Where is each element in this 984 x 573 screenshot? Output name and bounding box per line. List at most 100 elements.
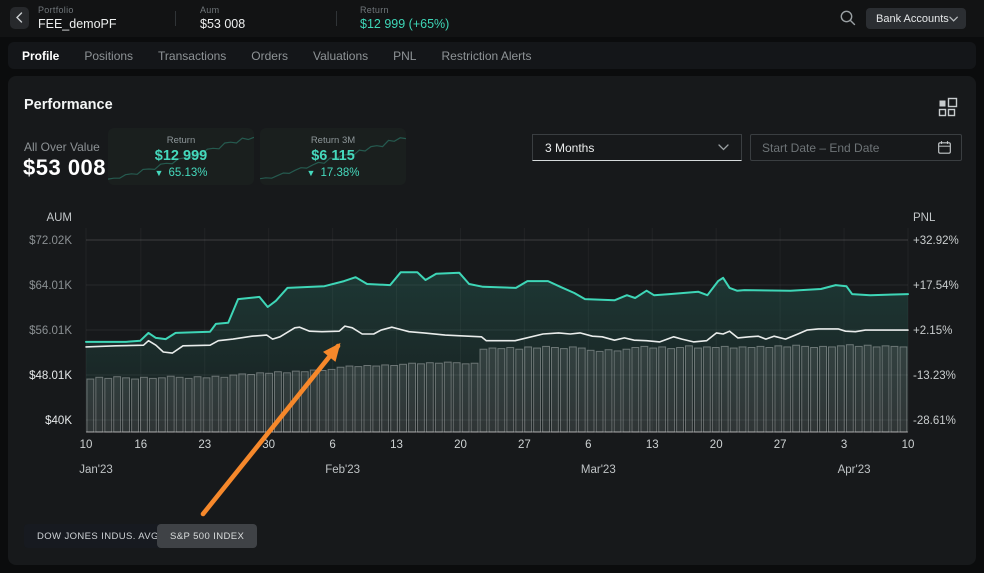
aum-bar — [310, 370, 317, 432]
month-label: Feb'23 — [325, 464, 360, 476]
aum-bar — [480, 349, 487, 432]
aum-bar — [766, 348, 773, 433]
date-range-field — [750, 134, 962, 161]
aum-bar — [337, 367, 344, 432]
left-axis-title: AUM — [46, 212, 72, 224]
aum-bar — [132, 379, 139, 432]
chevron-down-icon — [718, 144, 729, 151]
triangle-down-icon: ▼ — [155, 168, 164, 178]
aum-bar — [364, 366, 371, 433]
x-tick-label: 20 — [710, 439, 723, 451]
aum-bar — [212, 376, 219, 432]
aum-bar — [614, 351, 621, 432]
aum-bar — [873, 347, 880, 432]
aum-bar — [319, 371, 326, 433]
tab-pnl[interactable]: PNL — [389, 47, 420, 65]
x-tick-label: 16 — [134, 439, 147, 451]
aum-bar — [543, 346, 550, 432]
aum-bar — [426, 363, 433, 432]
aum-bar — [221, 377, 228, 432]
divider — [336, 11, 337, 26]
aum-info: Aum $53 008 — [200, 5, 245, 31]
aum-bar — [802, 346, 809, 432]
return-3m-card-label: Return 3M — [260, 135, 406, 146]
return-card[interactable]: Return $12 999 ▼65.13% — [108, 128, 254, 185]
aum-bar — [775, 346, 782, 432]
aum-bar — [632, 348, 639, 433]
performance-chart: AUMPNL$72.02K$64.01K$56.01K$48.01K$40K+3… — [8, 210, 976, 486]
aum-bar — [837, 346, 844, 432]
x-tick-label: 27 — [774, 439, 787, 451]
tab-profile[interactable]: Profile — [18, 47, 63, 65]
x-tick-label: 6 — [329, 439, 335, 451]
aum-bar — [185, 378, 192, 432]
aum-value: $53 008 — [200, 17, 245, 31]
tab-positions[interactable]: Positions — [80, 47, 137, 65]
aum-bar — [712, 348, 719, 433]
tab-valuations[interactable]: Valuations — [309, 47, 372, 65]
aum-bar — [230, 375, 237, 432]
aum-bar — [435, 363, 442, 432]
x-tick-label: 3 — [841, 439, 847, 451]
tab-orders[interactable]: Orders — [247, 47, 292, 65]
aum-label: Aum — [200, 5, 245, 15]
search-button[interactable] — [839, 9, 857, 27]
legend-dow-jones-button[interactable]: DOW JONES INDUS. AVG — [24, 524, 172, 548]
back-button[interactable] — [10, 7, 29, 29]
aum-bar — [462, 364, 469, 432]
triangle-down-icon: ▼ — [307, 168, 316, 178]
chevron-left-icon — [15, 12, 24, 23]
aum-bar — [266, 373, 273, 432]
month-label: Jan'23 — [79, 464, 113, 476]
aum-bar — [141, 377, 148, 432]
aum-bar — [400, 364, 407, 432]
legend-sp500-button[interactable]: S&P 500 INDEX — [157, 524, 257, 548]
aum-bar — [292, 371, 299, 432]
x-tick-label: 27 — [518, 439, 531, 451]
y-axis-label: $72.02K — [29, 235, 72, 247]
aum-bar — [730, 348, 737, 432]
aum-bar — [596, 351, 603, 432]
aum-bar — [203, 378, 210, 432]
aum-bar — [650, 348, 657, 432]
x-tick-label: 13 — [390, 439, 403, 451]
aum-bar — [284, 373, 291, 432]
aum-bar — [757, 346, 764, 432]
aum-bar — [444, 362, 451, 432]
aum-bar — [855, 346, 862, 432]
layout-widgets-button[interactable] — [936, 96, 960, 120]
aum-bar — [534, 348, 541, 432]
aum-bar — [498, 349, 505, 432]
aum-bar — [864, 345, 871, 432]
return-card-value: $12 999 — [108, 148, 254, 164]
aum-bar — [695, 348, 702, 432]
period-select[interactable]: 3 Months — [532, 134, 742, 161]
tab-transactions[interactable]: Transactions — [154, 47, 230, 65]
account-select-value: Bank Accounts — [876, 13, 949, 25]
x-tick-label: 13 — [646, 439, 659, 451]
y-axis-label: $40K — [45, 415, 72, 427]
aum-bar — [453, 363, 460, 432]
aum-bar — [525, 347, 532, 432]
aum-bar — [668, 349, 675, 432]
tab-restriction-alerts[interactable]: Restriction Alerts — [437, 47, 535, 65]
aum-bar — [87, 379, 94, 432]
return-3m-card[interactable]: Return 3M $6 115 ▼17.38% — [260, 128, 406, 185]
portfolio-value: FEE_demoPF — [38, 17, 117, 31]
return-3m-card-value: $6 115 — [260, 148, 406, 164]
x-tick-label: 10 — [902, 439, 915, 451]
account-select[interactable]: Bank Accounts — [866, 8, 966, 29]
performance-panel: Performance All Over Value $53 008 Retur… — [8, 76, 976, 565]
return-3m-card-change: ▼17.38% — [260, 167, 406, 179]
aum-bar — [820, 346, 827, 432]
aum-bar — [882, 346, 889, 432]
portfolio-dashboard: { "topbar": { "groups": [ { "label": "Po… — [0, 0, 984, 573]
aum-bar — [793, 345, 800, 432]
aum-bar — [659, 347, 666, 432]
date-range-input[interactable] — [762, 141, 937, 155]
aum-bar — [721, 346, 728, 432]
aum-bar — [846, 345, 853, 432]
pnl-axis-label: +32.92% — [913, 235, 959, 247]
top-bar: Portfolio FEE_demoPF Aum $53 008 Return … — [0, 0, 984, 37]
calendar-icon[interactable] — [937, 140, 952, 155]
